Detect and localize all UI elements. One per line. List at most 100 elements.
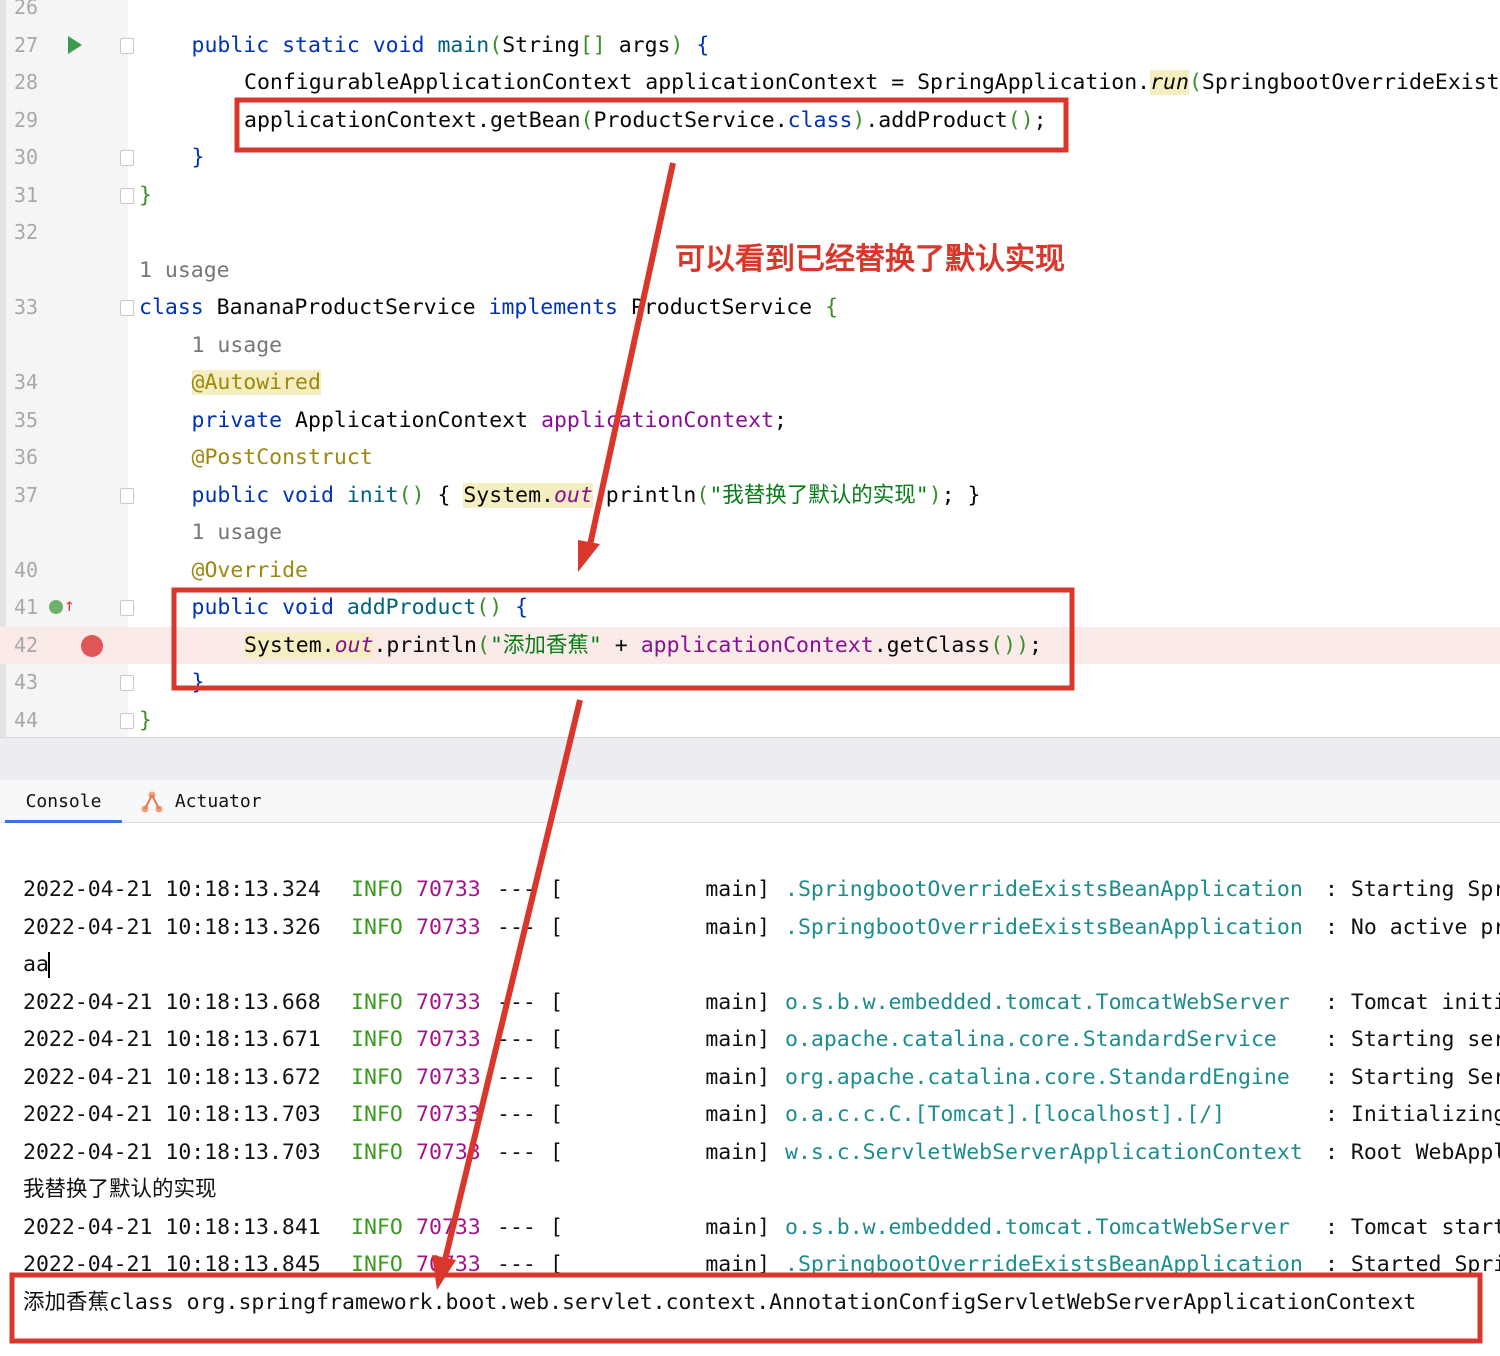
line-number: 32: [14, 220, 39, 244]
tab-actuator[interactable]: Actuator: [140, 780, 262, 823]
code-text: 1 usage: [192, 327, 283, 365]
line-number: 41: [14, 595, 39, 619]
code-token: System.: [244, 632, 335, 658]
line-number: 35: [14, 407, 39, 432]
code-line[interactable]: 33 class BananaProductService implements …: [0, 289, 1500, 327]
fold-icon[interactable]: [120, 187, 134, 204]
code-token: (): [1007, 107, 1034, 133]
code-token: class: [139, 295, 204, 320]
console-sep: ---: [497, 1252, 536, 1277]
console-pid: 70733: [416, 914, 481, 940]
annotation-text: 可以看到已经替换了默认实现: [675, 242, 1065, 277]
code-token: 1 usage: [191, 332, 283, 358]
code-token: ApplicationContext: [282, 407, 541, 433]
console-pid: 70733: [416, 1027, 481, 1052]
run-icon[interactable]: [68, 35, 82, 54]
code-line[interactable]: 1 usage: [0, 514, 1500, 552]
console-log: w.s.c.ServletWebServerApplicationContext: [785, 1139, 1303, 1165]
console-msg: : No active pr: [1325, 914, 1500, 940]
code-text: public void init() { System.out.println(…: [192, 477, 981, 515]
fold-icon[interactable]: [120, 37, 134, 54]
code-token: ;: [1033, 107, 1047, 133]
console-lvl: INFO: [351, 914, 403, 940]
code-token: (: [1188, 70, 1202, 95]
code-token: ProductService: [617, 295, 826, 320]
code-token: out: [553, 482, 593, 508]
code-token: .println: [373, 632, 478, 658]
console-log: o.apache.catalina.core.StandardService: [785, 1027, 1277, 1052]
console-text: 添加香蕉class org.springframework.boot.web.s…: [23, 1289, 1417, 1315]
code-token: (): [990, 632, 1017, 658]
code-line[interactable]: 28 ConfigurableApplicationContext applica…: [0, 64, 1500, 102]
code-line[interactable]: 43}: [0, 664, 1500, 702]
console-line: 2022-04-21 10:18:13.845 INFO 70733 --- [ mai…: [0, 1246, 1500, 1284]
code-line[interactable]: 37 public void init() { System.out.printl…: [0, 477, 1500, 515]
code-token: private: [191, 407, 283, 433]
code-token: applicationContext: [640, 632, 874, 658]
code-line[interactable]: 26: [0, 0, 1500, 27]
code-text: }: [192, 664, 205, 702]
code-token: public static void: [191, 32, 438, 58]
console-th: [ main]: [550, 1214, 771, 1240]
code-token: out: [334, 632, 374, 658]
console-sep: ---: [497, 1064, 536, 1090]
console-lvl: INFO: [351, 1064, 403, 1090]
code-token: }: [191, 670, 205, 695]
code-token: BananaProductService: [203, 295, 489, 320]
code-line[interactable]: 30}: [0, 139, 1500, 177]
fold-icon[interactable]: [120, 675, 134, 691]
breakpoint-icon[interactable]: [81, 634, 103, 657]
console-log: o.a.c.c.C.[Tomcat].[localhost].[/]: [785, 1102, 1226, 1127]
code-line[interactable]: 40 @Override: [0, 552, 1500, 590]
code-line[interactable]: 42 System.out.println("添加香蕉" + applicatio…: [0, 626, 1500, 664]
line-number: 34: [14, 370, 39, 394]
line-number: 30: [14, 145, 39, 169]
code-line[interactable]: 31}: [0, 177, 1500, 215]
line-number: 42: [14, 632, 39, 657]
console-th: [ main]: [550, 1252, 771, 1277]
fold-icon[interactable]: [120, 487, 134, 504]
code-line[interactable]: 44}: [0, 702, 1500, 738]
console-ts: 2022-04-21 10:18:13.703: [23, 1139, 321, 1165]
tab-console[interactable]: Console: [5, 780, 122, 823]
console-th: [ main]: [550, 914, 771, 940]
line-number: 33: [14, 295, 39, 319]
console-log: .SpringbootOverrideExistsBeanApplication: [785, 1252, 1303, 1277]
code-line[interactable]: 41 ↑ public void addProduct() {: [0, 589, 1500, 627]
console-msg: : Starting Ser: [1325, 1064, 1500, 1090]
fold-icon[interactable]: [120, 300, 134, 316]
console-th: [ main]: [550, 1102, 771, 1127]
console-lvl: INFO: [351, 1027, 403, 1052]
code-token: (: [489, 32, 503, 58]
console-line: 2022-04-21 10:18:13.324 INFO 70733 --- [ mai…: [0, 871, 1500, 909]
code-line[interactable]: 1 usage: [0, 327, 1500, 365]
text-cursor: [48, 952, 50, 978]
panel-divider[interactable]: [0, 737, 1500, 780]
console-output[interactable]: 2022-04-21 10:18:13.324 INFO 70733 --- [ mai…: [0, 823, 1500, 1356]
code-line[interactable]: 34 @Autowired: [0, 364, 1500, 402]
code-line[interactable]: 29 applicationContext.getBean(ProductServ…: [0, 102, 1500, 140]
code-token: (: [477, 632, 490, 658]
code-editor[interactable]: 26 27 public static void main(String[] arg…: [0, 0, 1500, 737]
fold-icon[interactable]: [120, 150, 134, 166]
code-line[interactable]: 36 @PostConstruct: [0, 439, 1500, 477]
code-token: .getClass: [873, 632, 991, 658]
fold-icon[interactable]: [120, 712, 134, 729]
console-msg: : Starting Spr: [1325, 877, 1500, 902]
code-token: ): [1016, 632, 1030, 658]
console-th: [ main]: [550, 1027, 771, 1052]
code-line[interactable]: 35 private ApplicationContext application…: [0, 402, 1500, 440]
console-text: 我替换了默认的实现: [23, 1177, 217, 1202]
code-token: ; }: [941, 482, 981, 508]
code-token: (): [476, 595, 503, 620]
console-line: 2022-04-21 10:18:13.841 INFO 70733 --- [ mai…: [0, 1209, 1500, 1247]
line-number: 36: [14, 445, 39, 469]
implements-icon[interactable]: [49, 600, 63, 614]
code-text: applicationContext.getBean(ProductServic…: [244, 102, 1047, 140]
fold-icon[interactable]: [120, 600, 134, 616]
console-ts: 2022-04-21 10:18:13.845: [23, 1252, 321, 1277]
console-th: [ main]: [550, 1139, 771, 1165]
console-ts: 2022-04-21 10:18:13.703: [23, 1102, 321, 1127]
code-line[interactable]: 27 public static void main(String[] args)…: [0, 27, 1500, 65]
code-token: applicationContext: [541, 407, 774, 433]
